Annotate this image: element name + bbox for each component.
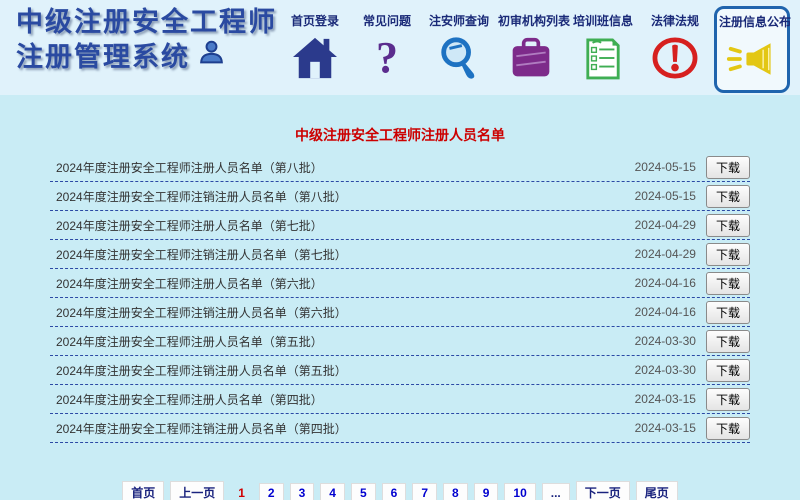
list-item: 2024年度注册安全工程师注册人员名单（第四批） 2024-03-15 下载 xyxy=(50,385,750,414)
home-icon xyxy=(282,33,348,83)
document-title: 2024年度注册安全工程师注册人员名单（第六批） xyxy=(50,275,635,292)
nav-item-laws[interactable]: 法律法规 xyxy=(642,12,708,83)
publish-date: 2024-04-29 xyxy=(635,218,696,232)
alert-icon xyxy=(642,33,708,83)
main-nav: 首页登录 常见问题 ? 注安师查询 xyxy=(282,12,790,93)
publish-date: 2024-05-15 xyxy=(635,160,696,174)
megaphone-icon xyxy=(719,34,785,84)
logo-line2: 注册管理系统 xyxy=(16,40,190,74)
nav-label: 注安师查询 xyxy=(426,12,492,29)
download-button[interactable]: 下载 xyxy=(706,214,750,237)
download-button[interactable]: 下载 xyxy=(706,185,750,208)
publish-date: 2024-03-15 xyxy=(635,421,696,435)
list-item: 2024年度注册安全工程师注销注册人员名单（第七批） 2024-04-29 下载 xyxy=(50,240,750,269)
pagination-first[interactable]: 首页 xyxy=(122,481,164,500)
nav-label: 注册信息公布 xyxy=(719,13,785,30)
publish-date: 2024-04-29 xyxy=(635,247,696,261)
publish-date: 2024-03-15 xyxy=(635,392,696,406)
nav-item-home-login[interactable]: 首页登录 xyxy=(282,12,348,83)
pagination-page[interactable]: 4 xyxy=(320,483,345,500)
pagination-ellipsis[interactable]: ... xyxy=(542,483,570,500)
person-icon xyxy=(198,39,225,74)
pagination-page[interactable]: 6 xyxy=(382,483,407,500)
publish-date: 2024-05-15 xyxy=(635,189,696,203)
publish-date: 2024-03-30 xyxy=(635,363,696,377)
download-button[interactable]: 下载 xyxy=(706,388,750,411)
list-item: 2024年度注册安全工程师注册人员名单（第五批） 2024-03-30 下载 xyxy=(50,327,750,356)
list-item: 2024年度注册安全工程师注册人员名单（第六批） 2024-04-16 下载 xyxy=(50,269,750,298)
nav-label: 培训班信息 xyxy=(570,12,636,29)
nav-label: 法律法规 xyxy=(642,12,708,29)
list-item: 2024年度注册安全工程师注册人员名单（第八批） 2024-05-15 下载 xyxy=(50,153,750,182)
publish-date: 2024-04-16 xyxy=(635,305,696,319)
header: 中级注册安全工程师 注册管理系统 首页登录 常见问题 xyxy=(0,0,800,95)
download-list: 2024年度注册安全工程师注册人员名单（第八批） 2024-05-15 下载 2… xyxy=(50,153,750,443)
nav-label: 常见问题 xyxy=(354,12,420,29)
download-button[interactable]: 下载 xyxy=(706,330,750,353)
nav-item-faq[interactable]: 常见问题 ? xyxy=(354,12,420,83)
nav-label: 首页登录 xyxy=(282,12,348,29)
document-title: 2024年度注册安全工程师注销注册人员名单（第四批） xyxy=(50,420,635,437)
briefcase-icon xyxy=(498,33,564,83)
pagination-page[interactable]: 5 xyxy=(351,483,376,500)
document-title: 2024年度注册安全工程师注册人员名单（第七批） xyxy=(50,217,635,234)
document-title: 2024年度注册安全工程师注销注册人员名单（第六批） xyxy=(50,304,635,321)
download-button[interactable]: 下载 xyxy=(706,243,750,266)
document-title: 2024年度注册安全工程师注册人员名单（第五批） xyxy=(50,333,635,350)
document-title: 2024年度注册安全工程师注册人员名单（第四批） xyxy=(50,391,635,408)
document-title: 2024年度注册安全工程师注销注册人员名单（第七批） xyxy=(50,246,635,263)
publish-date: 2024-03-30 xyxy=(635,334,696,348)
nav-item-engineer-query[interactable]: 注安师查询 xyxy=(426,12,492,83)
list-item: 2024年度注册安全工程师注销注册人员名单（第八批） 2024-05-15 下载 xyxy=(50,182,750,211)
publish-date: 2024-04-16 xyxy=(635,276,696,290)
pagination-page[interactable]: 3 xyxy=(290,483,315,500)
list-item: 2024年度注册安全工程师注销注册人员名单（第五批） 2024-03-30 下载 xyxy=(50,356,750,385)
notepad-icon xyxy=(570,33,636,83)
download-button[interactable]: 下载 xyxy=(706,301,750,324)
site-logo: 中级注册安全工程师 注册管理系统 xyxy=(16,5,277,74)
download-button[interactable]: 下载 xyxy=(706,359,750,382)
page-title: 中级注册安全工程师注册人员名单 xyxy=(0,125,800,145)
download-button[interactable]: 下载 xyxy=(706,156,750,179)
list-item: 2024年度注册安全工程师注销注册人员名单（第六批） 2024-04-16 下载 xyxy=(50,298,750,327)
document-title: 2024年度注册安全工程师注销注册人员名单（第八批） xyxy=(50,188,635,205)
question-icon: ? xyxy=(354,33,420,83)
download-button[interactable]: 下载 xyxy=(706,272,750,295)
pagination-prev[interactable]: 上一页 xyxy=(170,481,224,500)
download-button[interactable]: 下载 xyxy=(706,417,750,440)
pagination-last[interactable]: 尾页 xyxy=(636,481,678,500)
document-title: 2024年度注册安全工程师注册人员名单（第八批） xyxy=(50,159,635,176)
pagination-page[interactable]: 9 xyxy=(474,483,499,500)
pagination-page[interactable]: 7 xyxy=(412,483,437,500)
logo-line1: 中级注册安全工程师 xyxy=(16,5,277,39)
pagination-page-current: 1 xyxy=(230,484,253,500)
document-title: 2024年度注册安全工程师注销注册人员名单（第五批） xyxy=(50,362,635,379)
nav-item-training-info[interactable]: 培训班信息 xyxy=(570,12,636,83)
list-item: 2024年度注册安全工程师注册人员名单（第七批） 2024-04-29 下载 xyxy=(50,211,750,240)
pagination-page[interactable]: 2 xyxy=(259,483,284,500)
nav-label: 初审机构列表 xyxy=(498,12,564,29)
pagination-next[interactable]: 下一页 xyxy=(576,481,630,500)
pagination: 首页 上一页 1 2 3 4 5 6 7 8 9 10 ... 下一页 尾页 xyxy=(0,481,800,500)
nav-item-registration-announcements[interactable]: 注册信息公布 xyxy=(714,6,790,93)
pagination-page[interactable]: 8 xyxy=(443,483,468,500)
search-icon xyxy=(426,33,492,83)
pagination-page[interactable]: 10 xyxy=(504,483,535,500)
list-item: 2024年度注册安全工程师注销注册人员名单（第四批） 2024-03-15 下载 xyxy=(50,414,750,443)
nav-item-review-agencies[interactable]: 初审机构列表 xyxy=(498,12,564,83)
